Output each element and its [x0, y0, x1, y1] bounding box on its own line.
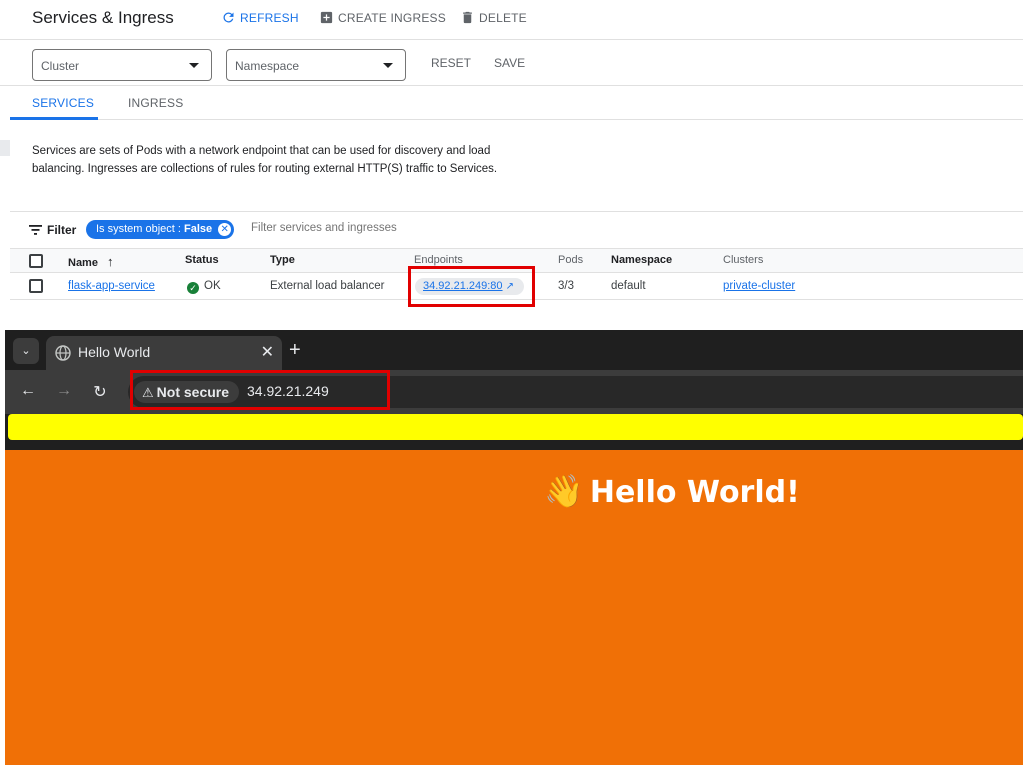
globe-icon — [55, 345, 71, 361]
column-header-endpoints[interactable]: Endpoints — [414, 254, 463, 266]
refresh-icon — [223, 12, 234, 23]
save-button[interactable]: SAVE — [494, 56, 525, 70]
namespace-select-label: Namespace — [235, 59, 300, 73]
service-name-link[interactable]: flask-app-service — [68, 280, 155, 292]
column-header-status[interactable]: Status — [185, 254, 219, 266]
arrow-up-icon: ↑ — [107, 254, 114, 269]
dropdown-arrow-icon — [383, 63, 393, 68]
tab-strip: ⌄ Hello World ✕ + — [5, 330, 1023, 370]
delete-button[interactable]: DELETE — [460, 10, 527, 25]
column-header-namespace[interactable]: Namespace — [611, 254, 672, 266]
back-arrow-icon[interactable]: ← — [18, 382, 38, 402]
url-text: 34.92.21.249 — [247, 383, 329, 399]
close-icon[interactable]: ✕ — [261, 342, 274, 362]
address-bar[interactable]: ⚠ Not secure 34.92.21.249 — [128, 376, 1023, 408]
column-header-clusters[interactable]: Clusters — [723, 254, 763, 266]
trash-icon — [463, 11, 472, 24]
filter-label: Filter — [47, 223, 77, 237]
web-page-content: 👋 Hello World! — [5, 450, 1023, 765]
check-circle-icon: ✓ — [187, 282, 199, 294]
create-ingress-label: CREATE INGRESS — [338, 10, 446, 25]
tab-search-button[interactable]: ⌄ — [13, 338, 39, 364]
heading-text: Hello World! — [589, 475, 800, 510]
filter-chip-system-object[interactable]: Is system object : False ✕ — [86, 220, 235, 239]
type-cell: External load balancer — [270, 280, 385, 292]
browser-toolbar: ← → ↻ ⚠ Not secure 34.92.21.249 — [5, 370, 1023, 414]
dropdown-arrow-icon — [189, 63, 199, 68]
plus-icon[interactable]: + — [289, 339, 301, 362]
scope-filters: Cluster Namespace RESET SAVE — [0, 40, 1023, 86]
filter-icon[interactable] — [29, 225, 42, 235]
tab-services[interactable]: SERVICES — [32, 96, 94, 110]
table-row: flask-app-service ✓ OK External load bala… — [10, 273, 1023, 300]
column-header-pods[interactable]: Pods — [558, 254, 583, 266]
refresh-button[interactable]: REFRESH — [221, 10, 299, 25]
filter-input[interactable] — [251, 222, 551, 234]
filter-bar: Filter Is system object : False ✕ — [10, 211, 1023, 248]
active-tab-indicator — [10, 117, 98, 120]
cluster-link[interactable]: private-cluster — [723, 280, 795, 292]
column-name-label: Name — [68, 257, 98, 269]
column-header-type[interactable]: Type — [270, 254, 295, 266]
security-text: Not secure — [156, 384, 230, 400]
console-header: Services & Ingress REFRESH CREATE INGRES… — [0, 0, 1023, 40]
page-title: Services & Ingress — [32, 8, 174, 27]
table-header: Name ↑ Status Type Endpoints Pods Namesp… — [10, 248, 1023, 273]
filter-chip-value: False — [184, 223, 213, 235]
status-text: OK — [204, 280, 221, 292]
services-description: Services are sets of Pods with a network… — [32, 145, 498, 175]
select-all-checkbox[interactable] — [29, 254, 43, 268]
tab-bar: SERVICES INGRESS — [10, 86, 1023, 120]
reload-icon[interactable]: ↻ — [90, 382, 110, 402]
reset-button[interactable]: RESET — [431, 56, 471, 70]
yellow-banner — [8, 414, 1023, 440]
namespace-select[interactable]: Namespace — [226, 49, 406, 81]
forward-arrow-icon[interactable]: → — [54, 382, 74, 402]
pods-cell: 3/3 — [558, 280, 574, 292]
chevron-down-icon: ⌄ — [21, 345, 31, 357]
tab-ingress[interactable]: INGRESS — [128, 96, 183, 110]
cluster-select-label: Cluster — [41, 59, 80, 73]
delete-label: DELETE — [479, 10, 527, 25]
add-box-icon — [320, 11, 333, 24]
namespace-cell: default — [611, 280, 646, 292]
row-checkbox[interactable] — [29, 279, 43, 293]
status-cell: ✓ OK — [187, 280, 221, 294]
cluster-select[interactable]: Cluster — [32, 49, 212, 81]
browser-tab[interactable]: Hello World ✕ — [46, 336, 282, 370]
site-security-chip[interactable]: ⚠ Not secure — [134, 381, 240, 403]
filter-chip-key: Is system object : — [96, 223, 185, 235]
refresh-label: REFRESH — [240, 10, 299, 25]
column-header-name[interactable]: Name ↑ — [68, 254, 114, 269]
gke-console: Services & Ingress REFRESH CREATE INGRES… — [0, 0, 1023, 330]
open-in-new-icon: ↗ — [505, 281, 514, 292]
endpoint-link[interactable]: 34.92.21.249:80 — [423, 280, 503, 292]
tab-title: Hello World — [78, 344, 151, 360]
browser-window: ⌄ Hello World ✕ + ← → ↻ ⚠ Not secure 34.9… — [5, 330, 1023, 765]
warning-icon: ⚠ — [142, 385, 154, 400]
endpoint-chip[interactable]: 34.92.21.249:80 ↗ — [415, 278, 524, 295]
side-marker — [0, 140, 10, 156]
create-ingress-button[interactable]: CREATE INGRESS — [319, 10, 446, 25]
close-icon[interactable]: ✕ — [218, 223, 232, 236]
page-heading: 👋 Hello World! — [544, 472, 800, 510]
waving-hand-icon: 👋 — [544, 472, 584, 510]
